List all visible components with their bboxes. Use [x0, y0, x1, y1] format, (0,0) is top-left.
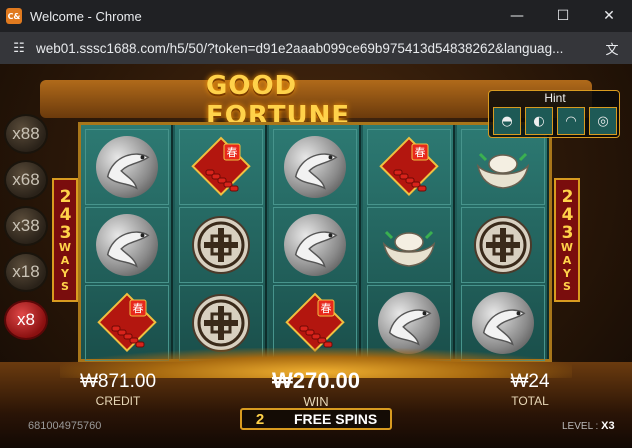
ways-badge-right: 243 WAYS — [554, 178, 580, 302]
credit-label: CREDIT — [95, 394, 141, 408]
spring-char: 春 — [227, 146, 238, 159]
player-id: 681004975760 — [28, 420, 102, 432]
reel-cell — [367, 207, 451, 283]
ways-number: 243 — [557, 187, 578, 241]
multiplier-x18: x18 — [4, 252, 48, 292]
level-indicator: LEVEL : X3 — [562, 420, 615, 432]
window-title: Welcome - Chrome — [30, 8, 142, 24]
translate-icon[interactable]: 文 — [602, 38, 622, 58]
hint-panel[interactable]: Hint ◓ ◐ ◠ ◎ — [488, 90, 620, 138]
coin-icon — [472, 214, 534, 276]
ingot-icon: ◓ — [493, 107, 521, 135]
fish-icon — [96, 214, 158, 276]
fan-icon: ◠ — [557, 107, 585, 135]
reel-cell — [461, 129, 545, 205]
free-spins-counter: 2 FREE SPINS — [240, 408, 392, 430]
fish-icon: ◐ — [525, 107, 553, 135]
reel-cell — [179, 207, 263, 283]
fish-icon — [284, 214, 346, 276]
slot-game: GOOD FORTUNE x88 x68 x38 x18 x8 243 WAYS… — [0, 64, 632, 448]
fish-icon — [284, 136, 346, 198]
firecracker-icon: 春 — [96, 292, 158, 354]
reel-cell — [461, 207, 545, 283]
app-icon: C& — [6, 8, 22, 24]
coin-icon: ◎ — [589, 107, 617, 135]
coin-icon — [190, 292, 252, 354]
game-logo: GOOD FORTUNE — [206, 71, 351, 131]
coin-icon — [190, 214, 252, 276]
reel-cell — [273, 207, 357, 283]
win-label: WIN — [303, 394, 329, 409]
reel-cell — [85, 129, 169, 205]
firecracker-icon: 春 — [190, 136, 252, 198]
minimize-icon[interactable]: — — [494, 0, 540, 32]
free-spins-label: FREE SPINS — [294, 411, 378, 427]
reel-grid: 春春春春 — [78, 122, 552, 362]
reel-cell — [85, 207, 169, 283]
reel-column: 春 — [269, 125, 361, 361]
reel-column: 春 — [363, 125, 455, 361]
reel-cell — [273, 129, 357, 205]
ways-number: 243 — [55, 187, 76, 241]
ways-badge-left: 243 WAYS — [52, 178, 78, 302]
win-value: ₩270.00 — [271, 368, 361, 393]
spring-char: 春 — [415, 146, 426, 159]
address-bar: ☷ web01.sssc1688.com/h5/50/?token=d91e2a… — [0, 32, 632, 64]
ingot-icon — [472, 136, 534, 198]
fish-icon — [96, 136, 158, 198]
ways-word: WAYS — [560, 241, 574, 293]
multiplier-x38: x38 — [4, 206, 48, 246]
fish-icon — [472, 292, 534, 354]
multiplier-x68: x68 — [4, 160, 48, 200]
multiplier-x8: x8 — [4, 300, 48, 340]
reel-column: 春 — [175, 125, 267, 361]
reel-column: 春 — [81, 125, 173, 361]
reel-column — [457, 125, 549, 361]
maximize-icon[interactable]: ☐ — [540, 0, 586, 32]
hint-label: Hint — [544, 91, 566, 105]
ways-word: WAYS — [58, 241, 72, 293]
level-label: LEVEL : — [562, 421, 599, 432]
tune-icon[interactable]: ☷ — [8, 37, 30, 59]
ingot-icon — [378, 214, 440, 276]
total-label: TOTAL — [511, 394, 549, 408]
level-value: X3 — [601, 420, 615, 432]
url-text[interactable]: web01.sssc1688.com/h5/50/?token=d91e2aaa… — [36, 41, 591, 56]
spring-char: 春 — [133, 302, 144, 315]
fish-icon — [378, 292, 440, 354]
close-icon[interactable]: ✕ — [586, 0, 632, 32]
multiplier-x88: x88 — [4, 114, 48, 154]
credit-value: ₩871.00 — [79, 371, 157, 392]
free-spins-count: 2 — [255, 410, 265, 428]
browser-window: C& Welcome - Chrome — ☐ ✕ ☷ web01.sssc16… — [0, 0, 632, 448]
reel-cell: 春 — [179, 129, 263, 205]
reel-cell: 春 — [367, 129, 451, 205]
firecracker-icon: 春 — [284, 292, 346, 354]
title-bar: C& Welcome - Chrome — ☐ ✕ — [0, 0, 632, 32]
total-value: ₩24 — [510, 371, 550, 392]
spring-char: 春 — [321, 302, 332, 315]
firecracker-icon: 春 — [378, 136, 440, 198]
